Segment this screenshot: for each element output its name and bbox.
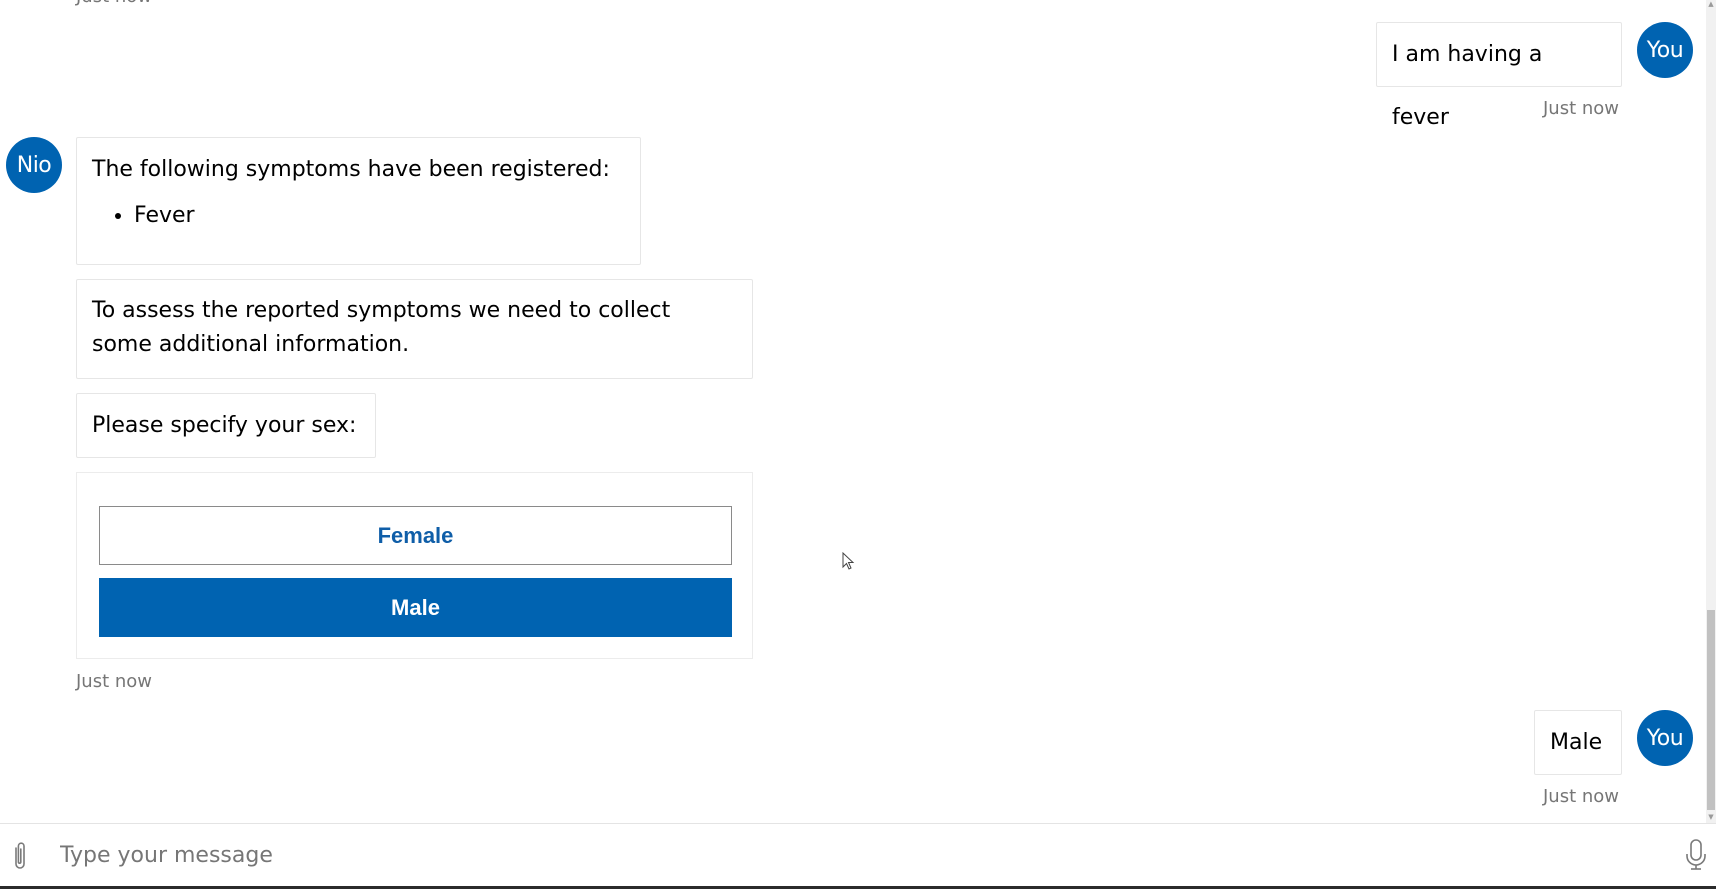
message-composer <box>0 824 1716 886</box>
sex-prompt-bubble: Please specify your sex: <box>76 393 376 458</box>
symptoms-bubble: The following symptoms have been registe… <box>76 137 641 265</box>
symptoms-list: Fever <box>92 199 625 233</box>
user-message-bubble: I am having a fever <box>1376 22 1622 130</box>
transcript-scrollbar[interactable]: ▲ ▼ <box>1706 0 1716 823</box>
microphone-icon[interactable] <box>1684 838 1708 872</box>
user-message-text: Male <box>1550 730 1603 755</box>
info-request-bubble: To assess the reported symptoms we need … <box>76 279 753 379</box>
info-request-text: To assess the reported symptoms we need … <box>92 298 671 357</box>
symptom-item: Fever <box>134 199 625 233</box>
user-avatar: You <box>1637 710 1693 766</box>
user-avatar: You <box>1637 22 1693 78</box>
sex-prompt-text: Please specify your sex: <box>92 413 357 438</box>
message-input[interactable] <box>60 834 1630 876</box>
scroll-up-arrow-icon[interactable]: ▲ <box>1707 0 1715 8</box>
bot-avatar: Nio <box>6 137 62 193</box>
symptoms-intro: The following symptoms have been registe… <box>92 157 610 182</box>
female-button[interactable]: Female <box>99 506 732 565</box>
previous-timestamp: Just now <box>76 0 152 7</box>
paperclip-icon[interactable] <box>10 840 30 872</box>
user-message-text: I am having a fever <box>1392 42 1543 130</box>
mouse-cursor-icon <box>842 552 855 570</box>
message-timestamp: Just now <box>76 671 153 692</box>
message-timestamp: Just now <box>1543 98 1620 119</box>
user-message-bubble: Male <box>1534 710 1622 775</box>
male-button[interactable]: Male <box>99 578 732 637</box>
scrollbar-thumb[interactable] <box>1707 610 1715 810</box>
sex-choice-card: Female Male <box>76 472 753 659</box>
scroll-down-arrow-icon[interactable]: ▼ <box>1707 813 1715 821</box>
chat-transcript: Just now I am having a fever You Just no… <box>0 0 1706 823</box>
message-timestamp: Just now <box>1543 786 1620 807</box>
